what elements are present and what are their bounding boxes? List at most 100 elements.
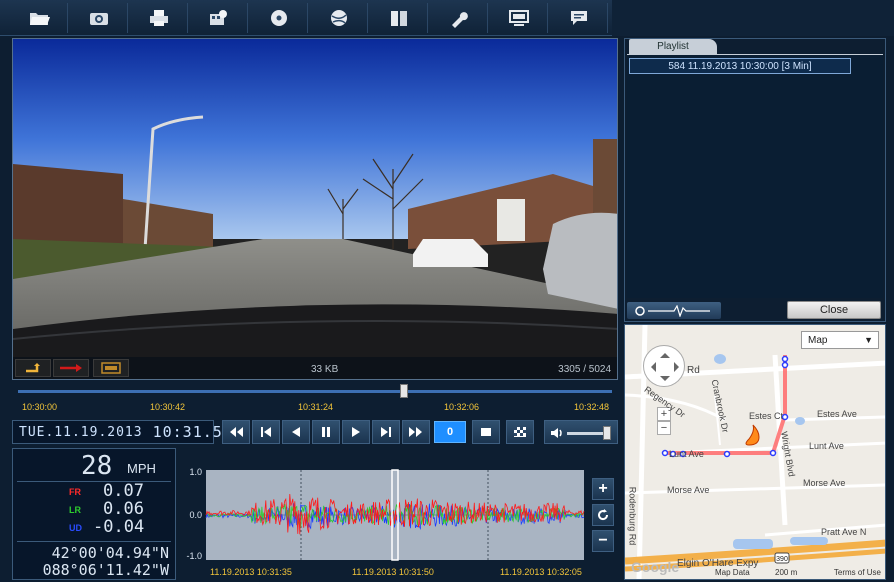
- speaker-icon: [551, 428, 562, 438]
- disc-button[interactable]: [250, 3, 308, 33]
- video-frame-image: [13, 39, 617, 379]
- map-label-estes-ct: Estes Ct: [749, 411, 784, 421]
- volume-thumb[interactable]: [602, 426, 611, 440]
- route-number: 390: [776, 556, 788, 563]
- snapshot-button[interactable]: [70, 3, 128, 33]
- date-readout: TUE.11.19.2013: [19, 424, 143, 440]
- main-toolbar: [0, 0, 894, 36]
- terms-of-use-link[interactable]: Terms of Use: [834, 568, 881, 577]
- map-zoom-out-button[interactable]: −: [657, 421, 671, 435]
- frame-counter: 3305 / 5024: [558, 364, 611, 375]
- volume-control[interactable]: [544, 420, 618, 444]
- disc-icon: [270, 10, 287, 26]
- reset-button[interactable]: [592, 504, 614, 526]
- timeline-label-1: 10:30:42: [150, 402, 186, 412]
- map-panel[interactable]: 390 + − Map ▼ Rd Regency Dr Cranbrook Dr…: [624, 324, 886, 580]
- skip-end-button[interactable]: [372, 420, 400, 444]
- file-size-label: 33 KB: [311, 364, 339, 375]
- manual-button[interactable]: [370, 3, 428, 33]
- pause-icon: [322, 427, 330, 437]
- lr-value: 0.06: [103, 499, 144, 519]
- playlist-panel: Playlist 584 11.19.2013 10:30:00 [3 Min]…: [624, 38, 886, 322]
- g-sensor-panel: 1.0 0.0 -1.0 11.19.2013 10:31:35 11.19.2…: [178, 448, 618, 580]
- zoom-out-button[interactable]: −: [592, 530, 614, 552]
- timeline-thumb[interactable]: [400, 384, 409, 398]
- map-label-morse-left: Morse Ave: [667, 485, 710, 495]
- play-icon: [352, 427, 360, 437]
- timeline-slider[interactable]: 10:30:00 10:30:42 10:31:24 10:32:06 10:3…: [12, 382, 618, 416]
- stats-divider: [17, 541, 171, 542]
- refresh-icon: [598, 509, 609, 521]
- map-pan-control[interactable]: [643, 345, 685, 387]
- timeline-track[interactable]: [18, 390, 612, 393]
- rewind-button[interactable]: [222, 420, 250, 444]
- waveform-button[interactable]: [627, 302, 721, 319]
- arrow-right-icon: [60, 364, 82, 372]
- toolbar-spacer: [612, 0, 894, 36]
- y-tick-top: 1.0: [189, 467, 202, 477]
- screen-icon: [101, 362, 121, 374]
- map-label-estes-ave: Estes Ave: [817, 409, 857, 419]
- time-readout: 10:31.50: [152, 423, 233, 441]
- direction-button[interactable]: [53, 359, 89, 377]
- printer-icon: [149, 10, 168, 26]
- ud-label: UD: [69, 523, 82, 533]
- y-tick-mid: 0.0: [189, 510, 202, 520]
- zoom-in-button[interactable]: +: [592, 478, 614, 500]
- pause-button[interactable]: [312, 420, 340, 444]
- close-button[interactable]: Close: [787, 301, 881, 319]
- message-button[interactable]: [550, 3, 608, 33]
- map-data-link[interactable]: Map Data: [715, 568, 750, 577]
- step-back-button[interactable]: [282, 420, 310, 444]
- book-icon: [390, 11, 407, 26]
- loop-button[interactable]: [15, 359, 51, 377]
- pan-arrows-icon: [651, 353, 679, 381]
- map-type-select[interactable]: Map ▼: [801, 331, 879, 349]
- checker-icon: [514, 427, 526, 437]
- y-tick-bottom: -1.0: [186, 551, 202, 561]
- waveform-icon: [635, 304, 710, 317]
- playlist-item[interactable]: 584 11.19.2013 10:30:00 [3 Min]: [629, 58, 851, 74]
- lr-label: LR: [69, 505, 81, 515]
- ud-value: -0.04: [93, 517, 145, 537]
- rewind-icon: [230, 427, 243, 437]
- fast-forward-icon: [409, 427, 422, 437]
- playlist-tab[interactable]: Playlist: [629, 39, 717, 54]
- grid-button[interactable]: [506, 420, 534, 444]
- playback-speed-box[interactable]: 0: [434, 421, 466, 443]
- loop-icon: [26, 363, 40, 373]
- stop-button[interactable]: [472, 420, 500, 444]
- video-player[interactable]: 33 KB 3305 / 5024: [12, 38, 618, 380]
- open-folder-button[interactable]: [10, 3, 68, 33]
- monitor-icon: [508, 10, 529, 26]
- skip-start-button[interactable]: [252, 420, 280, 444]
- fast-forward-button[interactable]: [402, 420, 430, 444]
- map-button[interactable]: [310, 3, 368, 33]
- g-sensor-chart[interactable]: 1.0 0.0 -1.0 11.19.2013 10:31:35 11.19.2…: [178, 448, 618, 580]
- print-button[interactable]: [130, 3, 188, 33]
- globe-icon: [330, 10, 347, 26]
- stats-divider: [17, 481, 171, 482]
- map-label-morse-right: Morse Ave: [803, 478, 846, 488]
- speed-unit: MPH: [127, 461, 156, 476]
- plus-icon: +: [598, 480, 608, 497]
- dashcam-viewer-window: 33 KB 3305 / 5024 10:30:00 10:30:42 10:3…: [0, 0, 894, 582]
- google-logo: Google: [631, 559, 680, 575]
- map-label-rodenburg: Rodenburg Rd: [627, 486, 638, 546]
- settings-button[interactable]: [430, 3, 488, 33]
- datetime-display: TUE.11.19.2013 10:31.50: [12, 420, 232, 444]
- x-tick-0: 11.19.2013 10:31:35: [210, 567, 292, 577]
- map-label-lunt-left: Lunt Ave: [669, 449, 704, 459]
- vehicle-marker-icon: [745, 424, 760, 446]
- fr-value: 0.07: [103, 481, 144, 501]
- video-settings-button[interactable]: [190, 3, 248, 33]
- map-type-value: Map: [808, 334, 828, 346]
- play-button[interactable]: [342, 420, 370, 444]
- display-button[interactable]: [490, 3, 548, 33]
- map-scale: 200 m: [775, 568, 798, 577]
- chat-icon: [570, 11, 587, 25]
- playback-controls: TUE.11.19.2013 10:31.50 0: [12, 418, 618, 446]
- screen-button[interactable]: [93, 359, 129, 377]
- x-tick-1: 11.19.2013 10:31:50: [352, 567, 434, 577]
- telemetry-panel: 28 MPH FR 0.07 LR 0.06 UD -0.04 42°00'04…: [12, 448, 176, 580]
